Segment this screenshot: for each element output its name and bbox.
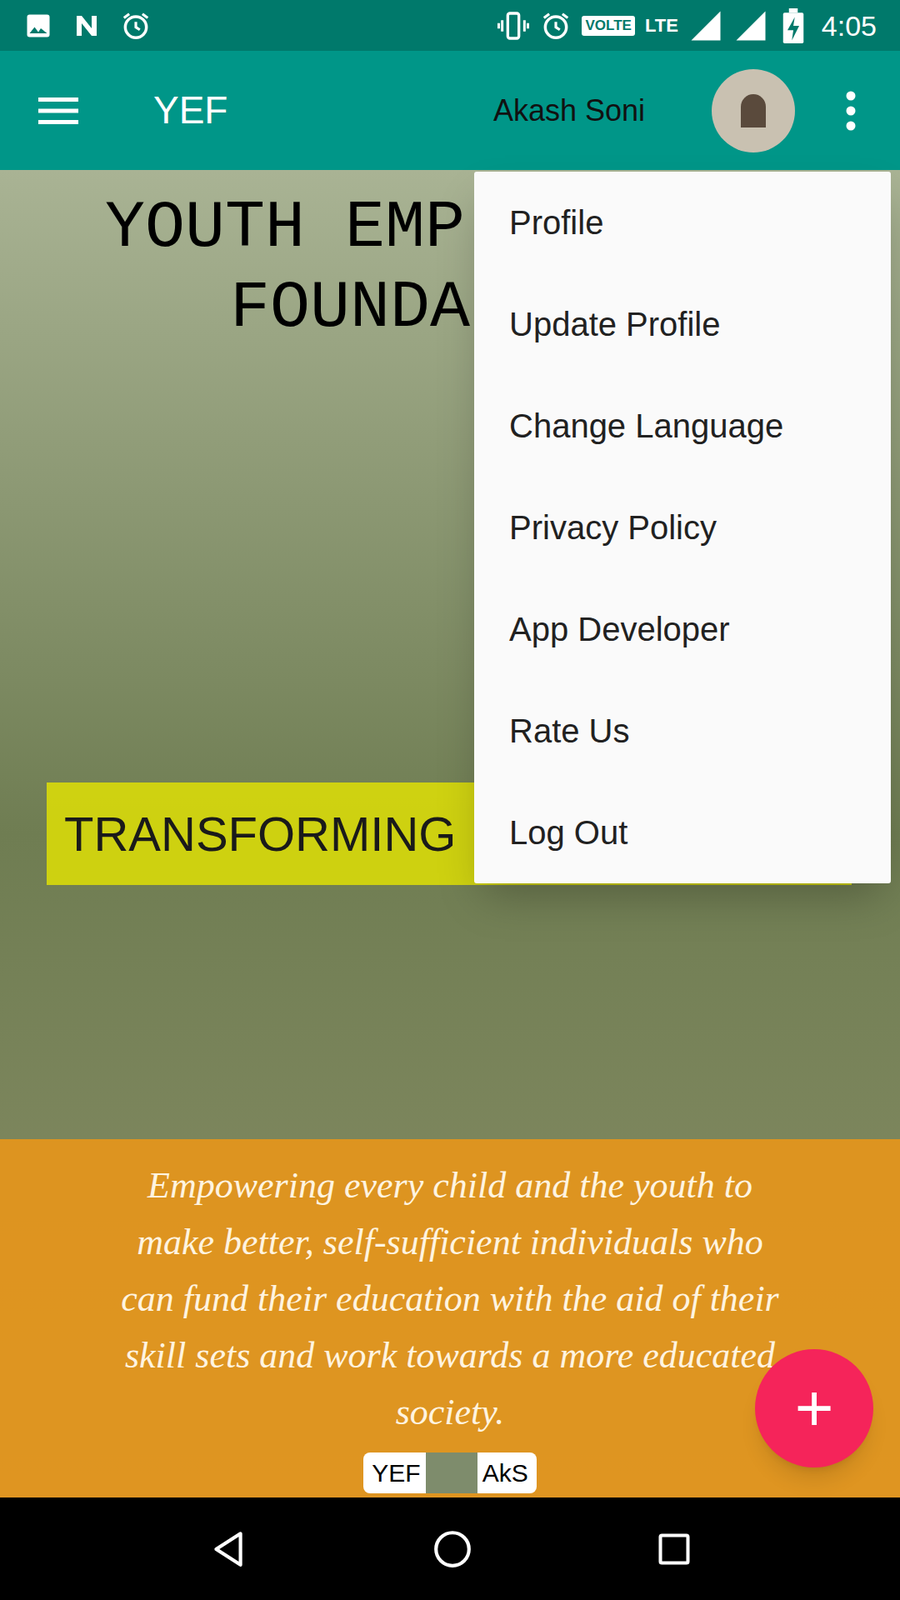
mission-text: Empowering every child and the youth to …: [116, 1157, 784, 1441]
back-icon[interactable]: [207, 1528, 250, 1570]
overflow-menu-icon[interactable]: [845, 90, 857, 132]
battery-charging-icon: [778, 8, 809, 44]
alarm-icon: [540, 10, 572, 42]
alarm-icon: [120, 10, 152, 42]
recents-icon[interactable]: [655, 1530, 693, 1568]
mission-band: Empowering every child and the youth to …: [0, 1139, 900, 1498]
menu-item[interactable]: App Developer: [474, 578, 891, 680]
tagline: TRANSFORMING: [64, 797, 456, 870]
overflow-menu: ProfileUpdate ProfileChange LanguagePriv…: [474, 171, 891, 884]
home-icon[interactable]: [431, 1528, 474, 1570]
menu-item[interactable]: Profile: [474, 171, 891, 274]
app-bar: YEF Akash Soni: [0, 50, 900, 170]
signal-icon: [733, 8, 769, 44]
clock: 4:05: [821, 11, 877, 40]
signal-icon: [688, 8, 724, 44]
menu-item[interactable]: Rate Us: [474, 680, 891, 782]
menu-item[interactable]: Update Profile: [474, 273, 891, 375]
status-bar: VOLTE LTE 4:05: [0, 0, 900, 51]
notification-icon: [71, 10, 102, 41]
menu-item[interactable]: Privacy Policy: [474, 476, 891, 579]
watermark-photo: [425, 1452, 478, 1494]
avatar[interactable]: [711, 69, 795, 153]
menu-item[interactable]: Log Out: [474, 781, 891, 884]
hamburger-menu-icon[interactable]: [38, 95, 79, 126]
add-button[interactable]: +: [755, 1349, 874, 1468]
menu-item[interactable]: Change Language: [474, 375, 891, 477]
user-name[interactable]: Akash Soni: [493, 88, 645, 134]
watermark-text: YEF: [371, 1460, 420, 1486]
image-icon: [23, 10, 54, 41]
network-type: LTE: [645, 16, 679, 35]
navigation-bar: [0, 1497, 900, 1600]
watermark-badge: YEF AkS: [363, 1452, 536, 1494]
plus-icon: +: [795, 1375, 835, 1442]
volte-badge: VOLTE: [581, 15, 635, 36]
watermark-text: AkS: [482, 1460, 529, 1486]
app-screen: VOLTE LTE 4:05 YEF Akash Soni YOUTH EMP …: [0, 0, 900, 1600]
app-title: YEF: [153, 81, 228, 140]
vibrate-icon: [496, 9, 530, 43]
